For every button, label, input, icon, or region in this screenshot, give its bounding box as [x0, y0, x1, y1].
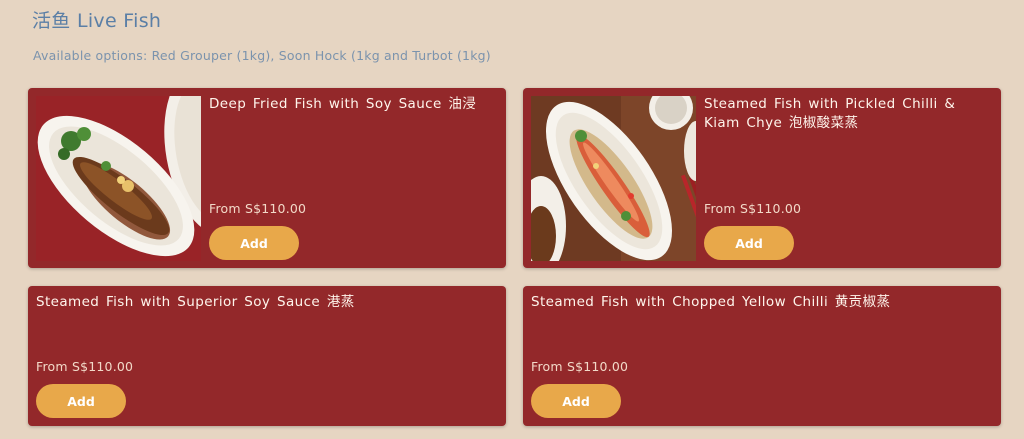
add-button[interactable]: Add [704, 226, 794, 260]
dish-title: Steamed Fish with Pickled Chilli & Kiam … [704, 96, 956, 131]
section-subtitle: Available options: Red Grouper (1kg), So… [33, 48, 491, 63]
add-button[interactable]: Add [36, 384, 126, 418]
dish-title: Steamed Fish with Chopped Yellow Chilli … [531, 294, 891, 310]
dish-price: From S$110.00 [36, 359, 134, 374]
dish-image [36, 96, 201, 261]
dish-price: From S$110.00 [209, 201, 307, 216]
menu-item-card[interactable]: Steamed Fish with Pickled Chilli & Kiam … [523, 88, 1001, 268]
dish-title: Deep Fried Fish with Soy Sauce 油浸 [209, 96, 477, 112]
dish-image [531, 96, 696, 261]
menu-item-card[interactable]: Steamed Fish with Chopped Yellow Chilli … [523, 286, 1001, 426]
add-button[interactable]: Add [209, 226, 299, 260]
dish-price: From S$110.00 [704, 201, 802, 216]
dish-title: Steamed Fish with Superior Soy Sauce 港蒸 [36, 294, 355, 310]
dish-price: From S$110.00 [531, 359, 629, 374]
menu-item-card[interactable]: Deep Fried Fish with Soy Sauce 油浸 From S… [28, 88, 506, 268]
add-button[interactable]: Add [531, 384, 621, 418]
menu-item-card[interactable]: Steamed Fish with Superior Soy Sauce 港蒸 … [28, 286, 506, 426]
section-title: 活鱼 Live Fish [32, 10, 162, 32]
